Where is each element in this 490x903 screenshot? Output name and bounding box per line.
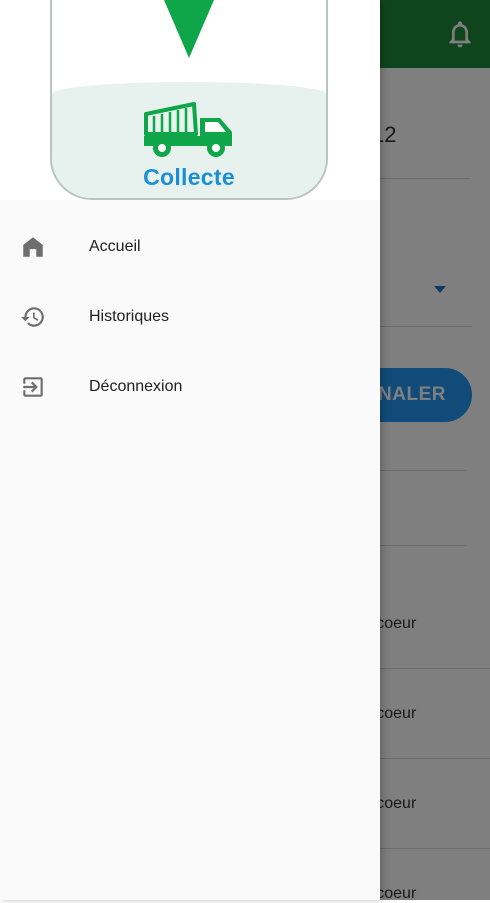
menu-item-historiques[interactable]: Historiques (0, 282, 380, 352)
drawer-menu: Accueil Historiques Déconnexion (0, 212, 380, 422)
history-icon (21, 307, 44, 327)
menu-item-label: Déconnexion (89, 378, 183, 395)
home-icon (23, 237, 43, 257)
menu-item-accueil[interactable]: Accueil (0, 212, 380, 282)
drawer-header: Collecte (0, 0, 380, 200)
dump-truck-icon (144, 102, 232, 157)
menu-item-deconnexion[interactable]: Déconnexion (0, 352, 380, 422)
menu-item-label: Accueil (89, 238, 141, 255)
navigation-drawer: Collecte Accueil Historiques Déconnexion (0, 0, 380, 900)
location-pin-icon (164, 0, 214, 58)
logout-icon (23, 377, 43, 397)
logo-wordmark: Collecte (143, 164, 235, 190)
app-logo: Collecte (50, 0, 328, 200)
menu-item-label: Historiques (89, 308, 170, 325)
